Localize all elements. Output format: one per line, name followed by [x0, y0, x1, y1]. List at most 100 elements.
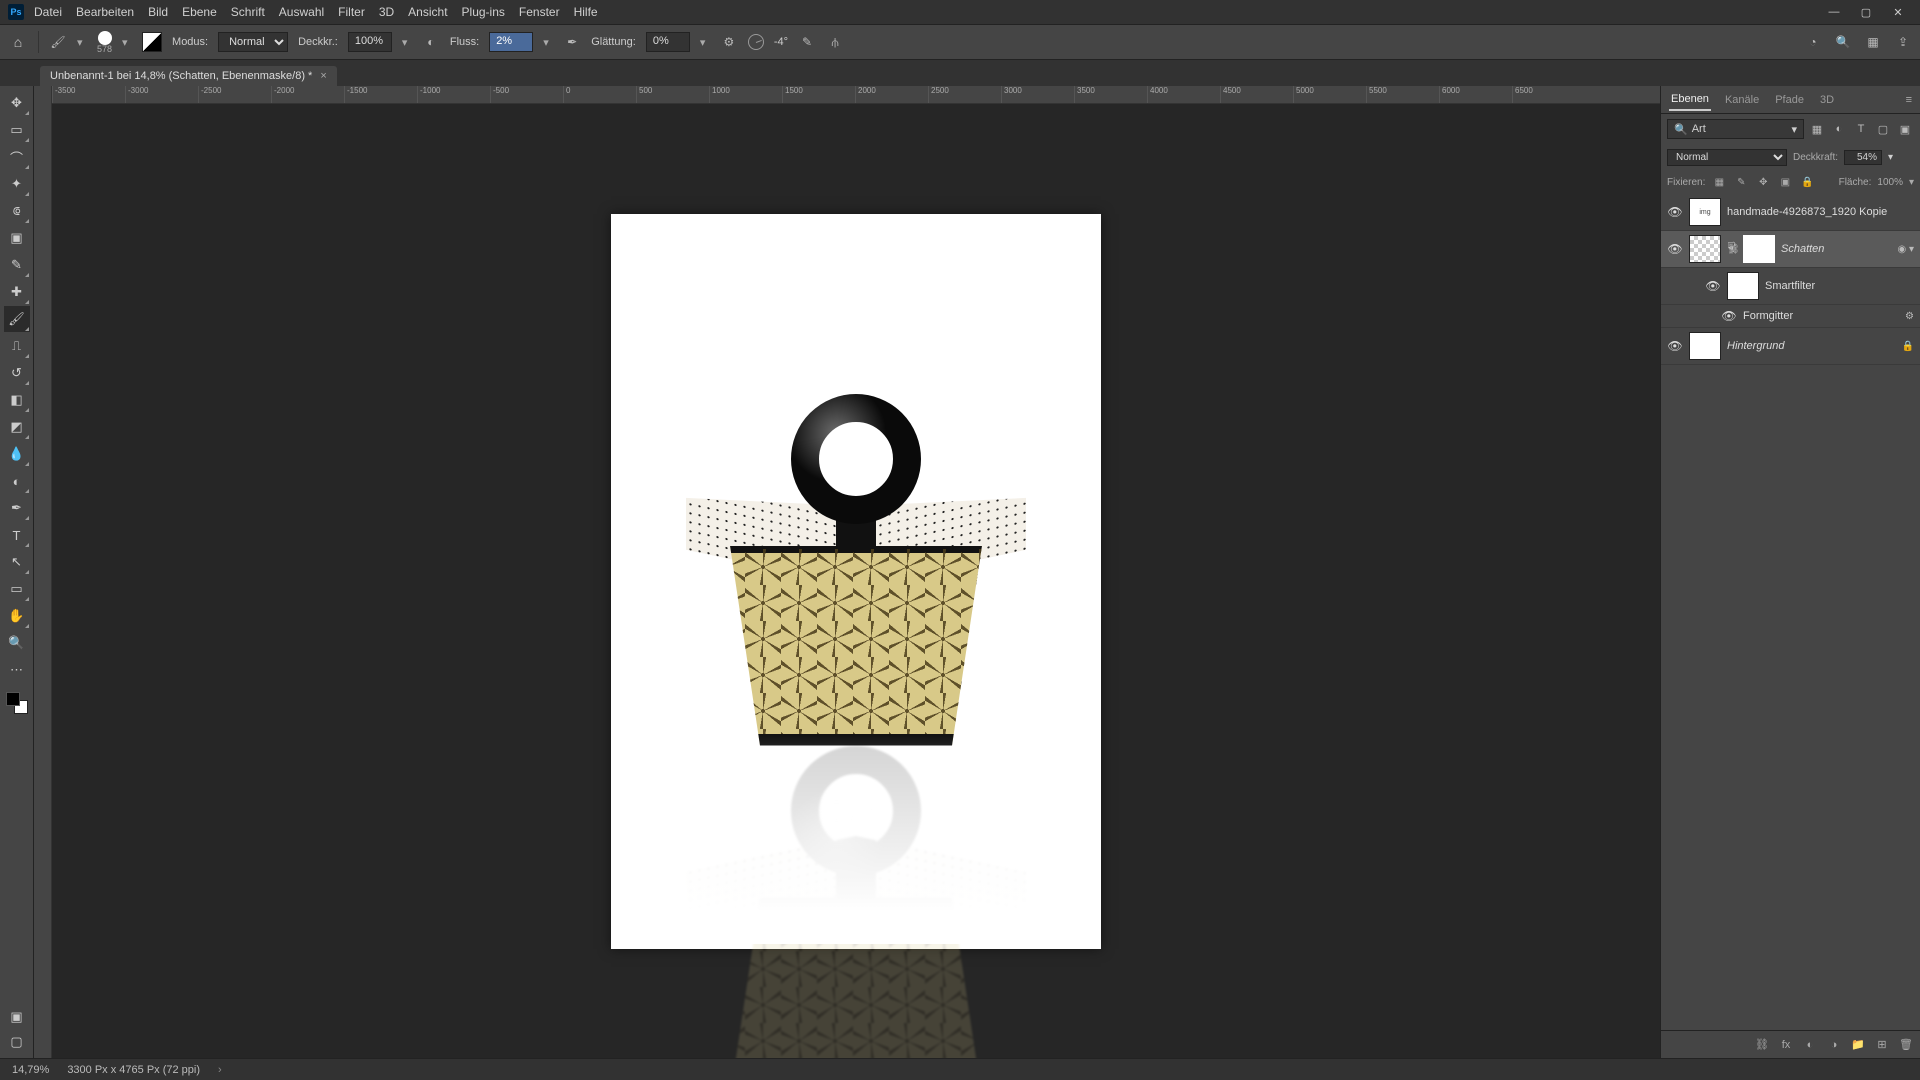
- visibility-toggle[interactable]: 👁: [1667, 242, 1683, 256]
- frame-tool[interactable]: ▣: [4, 225, 30, 251]
- smoothing-options-icon[interactable]: ⚙: [720, 33, 738, 51]
- document-tab[interactable]: Unbenannt-1 bei 14,8% (Schatten, Ebenenm…: [40, 66, 337, 86]
- menu-edit[interactable]: Bearbeiten: [76, 5, 134, 19]
- layer-row[interactable]: 👁 Hintergrund 🔒: [1661, 328, 1920, 365]
- layer-row[interactable]: 👁 img handmade-4926873_1920 Kopie: [1661, 194, 1920, 231]
- brush-tool[interactable]: 🖌: [4, 306, 30, 332]
- move-tool[interactable]: ✥: [4, 90, 30, 116]
- filter-options-icon[interactable]: ⚙: [1905, 311, 1914, 322]
- filter-mask-thumb[interactable]: [1727, 272, 1759, 300]
- menu-view[interactable]: Ansicht: [408, 5, 447, 19]
- fill-input[interactable]: 100%: [1877, 177, 1903, 188]
- brush-preview[interactable]: 578: [97, 31, 112, 54]
- smart-filter-badge-icon[interactable]: ◉ ▾: [1897, 244, 1914, 255]
- layer-name[interactable]: Schatten: [1781, 243, 1891, 255]
- layer-name[interactable]: Smartfilter: [1765, 280, 1914, 292]
- angle-dial-icon[interactable]: [748, 34, 764, 50]
- opacity-drop[interactable]: ▾: [1888, 152, 1893, 163]
- layer-filter-select[interactable]: 🔍 Art ▾: [1667, 119, 1804, 139]
- visibility-toggle[interactable]: 👁: [1721, 309, 1737, 323]
- menu-layer[interactable]: Ebene: [182, 5, 217, 19]
- menu-select[interactable]: Auswahl: [279, 5, 324, 19]
- gradient-tool[interactable]: ◩: [4, 414, 30, 440]
- zoom-level[interactable]: 14,79%: [12, 1064, 49, 1076]
- filter-smart-icon[interactable]: ▣: [1896, 120, 1914, 138]
- menu-filter[interactable]: Filter: [338, 5, 365, 19]
- pen-tool[interactable]: ✒: [4, 495, 30, 521]
- maximize-button[interactable]: ▢: [1852, 3, 1880, 21]
- flow-dropdown[interactable]: ▾: [543, 36, 553, 49]
- angle-value[interactable]: -4°: [774, 36, 788, 48]
- smoothing-dropdown[interactable]: ▾: [700, 36, 710, 49]
- dodge-tool[interactable]: ◐: [4, 468, 30, 494]
- layer-row[interactable]: 👁 ⛓ Schatten ◉ ▾ ☟: [1661, 231, 1920, 268]
- layer-thumb[interactable]: [1689, 332, 1721, 360]
- crop-tool[interactable]: ⟃: [4, 198, 30, 224]
- menu-window[interactable]: Fenster: [519, 5, 560, 19]
- blur-tool[interactable]: 💧: [4, 441, 30, 467]
- filter-adjust-icon[interactable]: ◐: [1830, 120, 1848, 138]
- menu-file[interactable]: Datei: [34, 5, 62, 19]
- quickmask-icon[interactable]: ▣: [4, 1006, 30, 1028]
- visibility-toggle[interactable]: 👁: [1667, 205, 1683, 219]
- symmetry-icon[interactable]: ⫛: [826, 33, 844, 51]
- tool-preset-dropdown[interactable]: ▾: [77, 36, 87, 49]
- share-icon[interactable]: ⇪: [1894, 33, 1912, 51]
- doc-info[interactable]: 3300 Px x 4765 Px (72 ppi): [67, 1064, 200, 1076]
- lock-artboard-icon[interactable]: ▣: [1777, 174, 1793, 190]
- size-pressure-icon[interactable]: ✎: [798, 33, 816, 51]
- opacity-dropdown[interactable]: ▾: [402, 36, 412, 49]
- home-button[interactable]: ⌂: [8, 32, 28, 52]
- menu-help[interactable]: Hilfe: [574, 5, 598, 19]
- fill-drop[interactable]: ▾: [1909, 177, 1914, 188]
- tab-3d[interactable]: 3D: [1818, 90, 1836, 110]
- cloud-docs-icon[interactable]: ◔: [1804, 33, 1822, 51]
- tab-channels[interactable]: Kanäle: [1723, 90, 1761, 110]
- tab-paths[interactable]: Pfade: [1773, 90, 1806, 110]
- filter-type-icon[interactable]: T: [1852, 120, 1870, 138]
- zoom-tool[interactable]: 🔍: [4, 630, 30, 656]
- layer-name[interactable]: Hintergrund: [1727, 340, 1896, 352]
- color-swatch[interactable]: [4, 690, 30, 716]
- brush-dropdown[interactable]: ▾: [122, 36, 132, 49]
- fg-color[interactable]: [6, 692, 20, 706]
- shape-tool[interactable]: ▭: [4, 576, 30, 602]
- lasso-tool[interactable]: ⌒: [4, 144, 30, 170]
- screenmode-icon[interactable]: ▢: [4, 1031, 30, 1053]
- smoothing-input[interactable]: 0%: [646, 32, 690, 52]
- close-tab-icon[interactable]: ×: [320, 70, 326, 82]
- airbrush-icon[interactable]: ✒: [563, 33, 581, 51]
- workspace-icon[interactable]: ▦: [1864, 33, 1882, 51]
- layer-name[interactable]: handmade-4926873_1920 Kopie: [1727, 206, 1914, 218]
- filter-shape-icon[interactable]: ▢: [1874, 120, 1892, 138]
- mode-select[interactable]: Normal: [218, 32, 288, 52]
- lock-pixels-icon[interactable]: ✎: [1733, 174, 1749, 190]
- path-select-tool[interactable]: ↖: [4, 549, 30, 575]
- layer-name[interactable]: Formgitter: [1743, 310, 1899, 322]
- tab-layers[interactable]: Ebenen: [1669, 89, 1711, 111]
- eyedropper-tool[interactable]: ✎: [4, 252, 30, 278]
- lock-position-icon[interactable]: ✥: [1755, 174, 1771, 190]
- visibility-toggle[interactable]: 👁: [1705, 279, 1721, 293]
- layer-thumb[interactable]: [1689, 235, 1721, 263]
- blend-mode-select[interactable]: Normal: [1667, 149, 1787, 166]
- flow-input[interactable]: 2%: [489, 32, 533, 52]
- opacity-input[interactable]: 100%: [348, 32, 392, 52]
- new-layer-icon[interactable]: ⊞: [1874, 1038, 1890, 1051]
- menu-type[interactable]: Schrift: [231, 5, 265, 19]
- minimize-button[interactable]: —: [1820, 3, 1848, 21]
- type-tool[interactable]: T: [4, 522, 30, 548]
- edit-toolbar[interactable]: ⋯: [4, 657, 30, 683]
- marquee-tool[interactable]: ▭: [4, 117, 30, 143]
- menu-image[interactable]: Bild: [148, 5, 168, 19]
- brush-panel-toggle[interactable]: [142, 32, 162, 52]
- layer-opacity-input[interactable]: 54%: [1844, 150, 1882, 165]
- canvas-area[interactable]: -3500 -3000 -2500 -2000 -1500 -1000 -500…: [52, 86, 1660, 1058]
- group-icon[interactable]: 📁: [1850, 1038, 1866, 1051]
- layer-mask-thumb[interactable]: [1743, 235, 1775, 263]
- opacity-pressure-icon[interactable]: ◐: [422, 33, 440, 51]
- layer-row[interactable]: 👁 Formgitter ⚙: [1661, 305, 1920, 328]
- mask-icon[interactable]: ◐: [1802, 1039, 1818, 1051]
- eraser-tool[interactable]: ◧: [4, 387, 30, 413]
- history-brush-tool[interactable]: ↺: [4, 360, 30, 386]
